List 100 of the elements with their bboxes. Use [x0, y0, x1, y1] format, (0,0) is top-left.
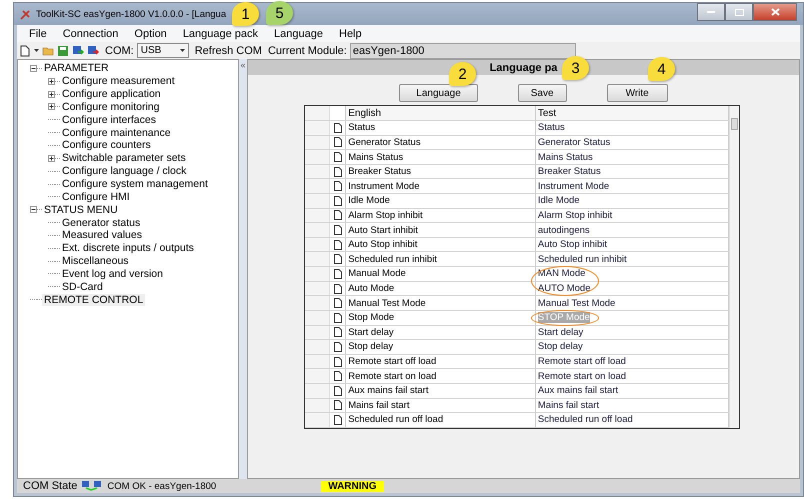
- table-row[interactable]: Remote start off load Remote start off load: [304, 354, 728, 370]
- cell-text[interactable]: Remote start on load: [538, 370, 626, 382]
- table-row[interactable]: Auto Stop inhibit Auto Stop inhibit: [304, 238, 728, 252]
- table-row[interactable]: Breaker Status Breaker Status: [304, 164, 728, 180]
- menu-item[interactable]: Option: [126, 28, 175, 40]
- cell-text[interactable]: Idle Mode: [538, 195, 580, 206]
- row-header[interactable]: [304, 164, 330, 178]
- minimize-button[interactable]: [697, 3, 725, 21]
- table-row[interactable]: Idle Mode Idle Mode: [304, 194, 728, 209]
- table-row[interactable]: Alarm Stop inhibit Alarm Stop inhibit: [304, 208, 728, 224]
- menu-item[interactable]: Language: [266, 28, 331, 40]
- row-header[interactable]: [304, 384, 330, 398]
- tree-item[interactable]: STATUS MENU: [42, 204, 120, 216]
- collapse-handle[interactable]: «: [240, 60, 246, 70]
- tree-item[interactable]: Switchable parameter sets: [60, 152, 188, 164]
- cell-text[interactable]: Scheduled run inhibit: [538, 254, 627, 265]
- maximize-button[interactable]: [725, 3, 753, 21]
- cell-text[interactable]: Generator Status: [538, 136, 610, 148]
- tree-item[interactable]: REMOTE CONTROL: [42, 294, 146, 306]
- tree-item[interactable]: Configure monitoring: [60, 100, 162, 113]
- table-row[interactable]: Generator Status Generator Status: [304, 136, 728, 150]
- expand-icon[interactable]: [48, 103, 55, 110]
- table-row[interactable]: Instrument Mode Instrument Mode: [304, 179, 728, 194]
- expand-icon[interactable]: [48, 78, 55, 85]
- row-header[interactable]: [304, 238, 330, 252]
- download-icon[interactable]: [87, 44, 99, 56]
- table-row[interactable]: Scheduled run off load Scheduled run off load: [304, 413, 728, 428]
- new-file-icon[interactable]: [19, 44, 31, 56]
- refresh-com-button[interactable]: Refresh COM: [194, 44, 262, 56]
- row-header[interactable]: [304, 282, 330, 296]
- caret-icon[interactable]: [34, 48, 39, 52]
- table-row[interactable]: Stop Mode STOP Mode: [304, 310, 728, 326]
- row-header[interactable]: [304, 179, 330, 194]
- row-header[interactable]: [304, 398, 330, 412]
- cell-text[interactable]: autodingens: [538, 224, 590, 236]
- menu-item[interactable]: Language pack: [174, 28, 266, 40]
- com-select[interactable]: USB: [136, 43, 189, 58]
- tree-item[interactable]: SD-Card: [60, 280, 105, 293]
- caret-icon[interactable]: [180, 48, 185, 52]
- menu-item[interactable]: File: [21, 28, 55, 40]
- action-button[interactable]: Save: [518, 84, 567, 102]
- tree-item[interactable]: PARAMETER: [42, 62, 111, 74]
- cell-text[interactable]: MAN Mode: [538, 268, 586, 280]
- action-button[interactable]: Write: [606, 84, 668, 102]
- column-header[interactable]: Test: [536, 106, 728, 120]
- tree-item[interactable]: Configure counters: [60, 139, 153, 152]
- tree-item[interactable]: Generator status: [60, 216, 142, 229]
- row-header[interactable]: [304, 413, 330, 427]
- tree-item[interactable]: Configure measurement: [60, 75, 177, 88]
- cell-text[interactable]: Alarm Stop inhibit: [538, 210, 612, 221]
- table-row[interactable]: Mains Status Mains Status: [304, 150, 728, 165]
- table-row[interactable]: Auto Mode AUTO Mode: [304, 282, 728, 296]
- tree-item[interactable]: Configure application: [60, 88, 163, 100]
- cell-text[interactable]: Instrument Mode: [538, 180, 610, 192]
- table-row[interactable]: Auto Start inhibit autodingens: [304, 223, 728, 238]
- table-row[interactable]: Remote start on load Remote start on load: [304, 369, 728, 384]
- collapse-icon[interactable]: [30, 206, 37, 214]
- cell-text[interactable]: Scheduled run off load: [538, 414, 633, 426]
- row-header[interactable]: [304, 194, 330, 208]
- table-row[interactable]: Aux mains fail start Aux mains fail start: [304, 384, 728, 399]
- cell-text[interactable]: Stop delay: [538, 341, 583, 352]
- scrollbar[interactable]: [728, 106, 738, 428]
- row-header[interactable]: [304, 310, 330, 325]
- table-row[interactable]: Manual Mode MAN Mode: [304, 267, 728, 282]
- row-header[interactable]: [304, 136, 330, 150]
- row-header[interactable]: [304, 296, 330, 310]
- tree-item[interactable]: Configure language / clock: [60, 165, 188, 178]
- menu-item[interactable]: Help: [331, 28, 370, 40]
- upload-icon[interactable]: [72, 44, 84, 56]
- row-header[interactable]: [304, 354, 330, 368]
- tree-item[interactable]: Measured values: [60, 229, 144, 242]
- row-header[interactable]: [304, 369, 330, 383]
- action-button[interactable]: Language: [399, 84, 478, 102]
- table-row[interactable]: Mains fail start Mains fail start: [304, 398, 728, 414]
- row-header[interactable]: [304, 252, 330, 266]
- row-header[interactable]: [304, 340, 330, 354]
- cell-text[interactable]: AUTO Mode: [538, 283, 590, 294]
- menu-item[interactable]: Connection: [54, 28, 126, 40]
- cell-text[interactable]: Auto Stop inhibit: [538, 239, 608, 250]
- cell-text[interactable]: Manual Test Mode: [538, 298, 616, 309]
- cell-text[interactable]: Start delay: [538, 326, 584, 338]
- row-header[interactable]: [304, 208, 330, 222]
- cell-text[interactable]: Aux mains fail start: [538, 385, 618, 396]
- column-header[interactable]: English: [346, 106, 536, 120]
- cell-text[interactable]: Remote start off load: [538, 356, 626, 368]
- table-row[interactable]: Stop delay Stop delay: [304, 340, 728, 355]
- row-header[interactable]: [304, 150, 330, 164]
- tree-item[interactable]: Event log and version: [60, 268, 165, 280]
- tree-item[interactable]: Configure system management: [60, 178, 210, 190]
- module-field[interactable]: easYgen-1800: [350, 42, 576, 58]
- cell-text[interactable]: Breaker Status: [538, 166, 601, 178]
- tree-item[interactable]: Configure HMI: [60, 190, 132, 203]
- expand-icon[interactable]: [48, 154, 55, 162]
- tree-item[interactable]: Miscellaneous: [60, 255, 131, 268]
- row-header[interactable]: [304, 267, 330, 281]
- close-button[interactable]: [753, 3, 797, 21]
- tree-item[interactable]: Ext. discrete inputs / outputs: [60, 242, 196, 254]
- close-icon[interactable]: [770, 8, 780, 16]
- tree-item[interactable]: Configure maintenance: [60, 126, 173, 139]
- cell-text[interactable]: Mains fail start: [538, 400, 600, 411]
